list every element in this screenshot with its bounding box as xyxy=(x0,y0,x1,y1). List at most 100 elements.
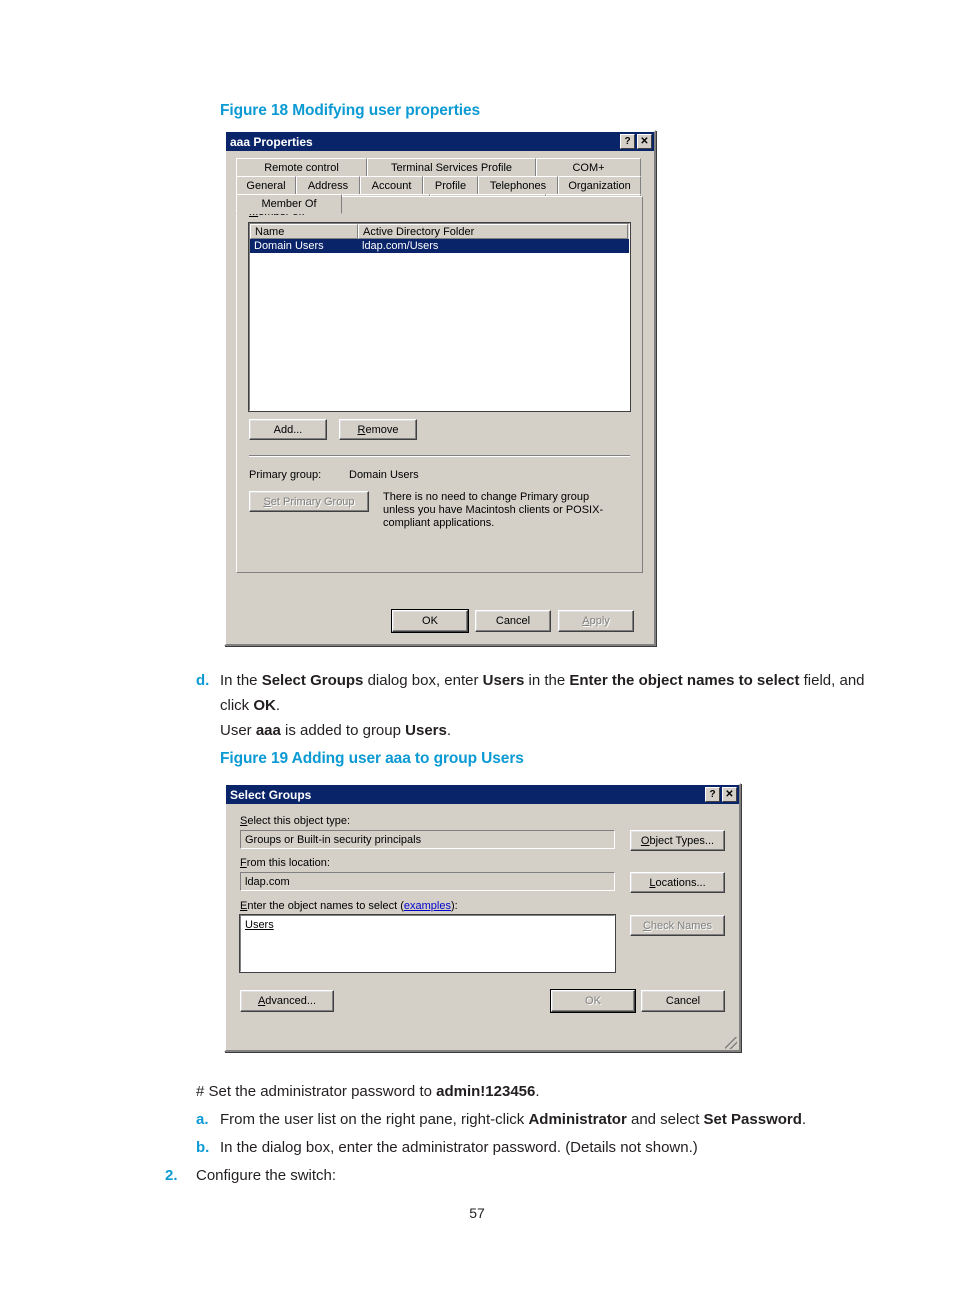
tab-label: Profile xyxy=(434,179,467,192)
step-d-field-name: Enter the object names to select xyxy=(569,672,800,689)
step-b-marker: b. xyxy=(196,1139,210,1156)
help-button[interactable]: ? xyxy=(620,134,635,149)
check-names-button[interactable]: Check Names xyxy=(630,915,725,936)
step-a-text: From the user list on the right pane, ri… xyxy=(220,1107,900,1132)
figure-18-caption: Figure 18 Modifying user properties xyxy=(220,102,481,119)
step-a-set-password: Set Password xyxy=(703,1111,802,1128)
result-users: Users xyxy=(405,722,447,739)
page-number: 57 xyxy=(469,1205,485,1221)
result-t2: is added to group xyxy=(280,722,406,739)
tab-label: Member Of xyxy=(261,198,317,210)
tab-organization[interactable]: Organization xyxy=(558,176,641,194)
tab-label: Remote control xyxy=(264,161,339,174)
tab-label: Organization xyxy=(568,179,631,192)
step-d-text: In the Select Groups dialog box, enter U… xyxy=(220,668,870,718)
tab-label: Account xyxy=(371,179,412,192)
hash-note-text: # Set the administrator password to admi… xyxy=(196,1079,876,1104)
cancel-button[interactable]: Cancel xyxy=(641,990,725,1012)
hash-t1: # Set the administrator password to xyxy=(196,1083,437,1100)
step-d-users: Users xyxy=(482,672,525,689)
dialog-titlebar: aaa Properties ? ✕ xyxy=(226,132,654,151)
tab-label: COM+ xyxy=(572,161,605,174)
tab-terminal-services-profile[interactable]: Terminal Services Profile xyxy=(367,158,536,176)
primary-group-note: There is no need to change Primary group… xyxy=(383,491,604,529)
step-a-t3: . xyxy=(801,1111,807,1128)
step-a-t2: and select xyxy=(626,1111,704,1128)
tab-label: Telephones xyxy=(489,179,547,192)
set-primary-group-button[interactable]: Set Primary Group xyxy=(249,491,369,512)
tab-remote-control[interactable]: Remote control xyxy=(236,158,367,176)
tab-row-2: General Address Account Profile Telephones Or… xyxy=(236,176,643,194)
result-t1: User xyxy=(220,722,256,739)
object-type-field[interactable]: Groups or Built-in security principals xyxy=(240,830,615,849)
object-types-button[interactable]: Object Types... xyxy=(630,830,725,851)
primary-group-value: Domain Users xyxy=(349,469,419,481)
tab-telephones[interactable]: Telephones xyxy=(478,176,558,194)
figure-19-caption: Figure 19 Adding user aaa to group Users xyxy=(220,750,524,767)
object-names-label: Enter the object names to select (exampl… xyxy=(240,900,458,912)
select-groups-dialog: Select Groups ? ✕ Select this object typ… xyxy=(224,783,741,1052)
primary-group-label: Primary group: xyxy=(249,469,322,481)
step-d-t1: In the xyxy=(220,672,262,689)
close-icon[interactable]: ✕ xyxy=(637,134,652,149)
listview-column-header[interactable]: Name xyxy=(250,224,358,239)
step-d-select-groups: Select Groups xyxy=(261,672,364,689)
listview-row[interactable]: Domain Users ldap.com/Users xyxy=(250,239,629,253)
listview-column-header[interactable]: Active Directory Folder xyxy=(358,224,628,239)
result-t3: . xyxy=(446,722,452,739)
tab-address[interactable]: Address xyxy=(296,176,360,194)
step-d-ok: OK xyxy=(253,697,276,714)
apply-button[interactable]: Apply xyxy=(558,610,634,632)
dialog-titlebar: Select Groups ? ✕ xyxy=(226,785,739,804)
object-names-input[interactable]: Users xyxy=(239,914,616,973)
tab-member-of[interactable]: Member Of xyxy=(236,194,342,214)
tab-label: General xyxy=(246,179,286,192)
hash-password: admin!123456 xyxy=(436,1083,536,1100)
tab-general[interactable]: General xyxy=(236,176,296,194)
step-d-t5: . xyxy=(275,697,281,714)
object-type-label: Select this object type: xyxy=(240,815,351,827)
locations-button[interactable]: Locations... xyxy=(630,872,725,893)
step-d-result-text: User aaa is added to group Users. xyxy=(220,718,870,743)
step-d-t3: in the xyxy=(524,672,570,689)
aaa-properties-dialog: aaa Properties ? ✕ Remote control Termina… xyxy=(224,130,656,646)
tab-row-1: Remote control Terminal Services Profile C… xyxy=(236,158,643,176)
result-aaa: aaa xyxy=(255,722,281,739)
cancel-button[interactable]: Cancel xyxy=(475,610,551,632)
member-of-listview[interactable]: Name Active Directory Folder Domain Users… xyxy=(248,222,631,412)
step-d-marker: d. xyxy=(196,672,210,689)
listview-cell-folder: ldap.com/Users xyxy=(362,240,439,252)
resize-grip-icon[interactable] xyxy=(725,1037,737,1049)
add-button[interactable]: Add... xyxy=(249,419,327,440)
step-b-text: In the dialog box, enter the administrat… xyxy=(220,1139,698,1156)
ok-button[interactable]: OK xyxy=(391,609,469,633)
tab-label: Terminal Services Profile xyxy=(390,161,513,174)
remove-button[interactable]: Remove xyxy=(339,419,417,440)
dialog-title: aaa Properties xyxy=(230,134,313,149)
examples-link[interactable]: examples xyxy=(404,900,451,912)
listview-cell-name: Domain Users xyxy=(254,240,324,252)
divider xyxy=(249,455,630,457)
step-a-t1: From the user list on the right pane, ri… xyxy=(220,1111,529,1128)
object-names-value: Users xyxy=(245,919,274,931)
step-a-marker: a. xyxy=(196,1111,209,1128)
listview-header: Name Active Directory Folder xyxy=(250,224,629,239)
location-field[interactable]: ldap.com xyxy=(240,872,615,891)
step-d-t2: dialog box, enter xyxy=(363,672,483,689)
member-of-tab-panel: Member of: NameActive Directory Folder D… xyxy=(236,196,643,573)
ok-button[interactable]: OK xyxy=(550,989,636,1013)
step-2-text: Configure the switch: xyxy=(196,1167,337,1184)
step-a-administrator: Administrator xyxy=(528,1111,627,1128)
dialog-title: Select Groups xyxy=(230,787,312,802)
tab-label: Address xyxy=(307,179,349,192)
advanced-button[interactable]: Advanced... xyxy=(240,990,334,1012)
help-button[interactable]: ? xyxy=(705,787,720,802)
listview-body: Domain Users ldap.com/Users xyxy=(250,239,629,253)
close-icon[interactable]: ✕ xyxy=(722,787,737,802)
hash-t2: . xyxy=(535,1083,540,1100)
location-label: From this location: xyxy=(240,857,330,869)
tab-com[interactable]: COM+ xyxy=(536,158,641,176)
step-2-marker: 2. xyxy=(165,1167,178,1184)
tab-account[interactable]: Account xyxy=(360,176,423,194)
tab-profile[interactable]: Profile xyxy=(423,176,478,194)
